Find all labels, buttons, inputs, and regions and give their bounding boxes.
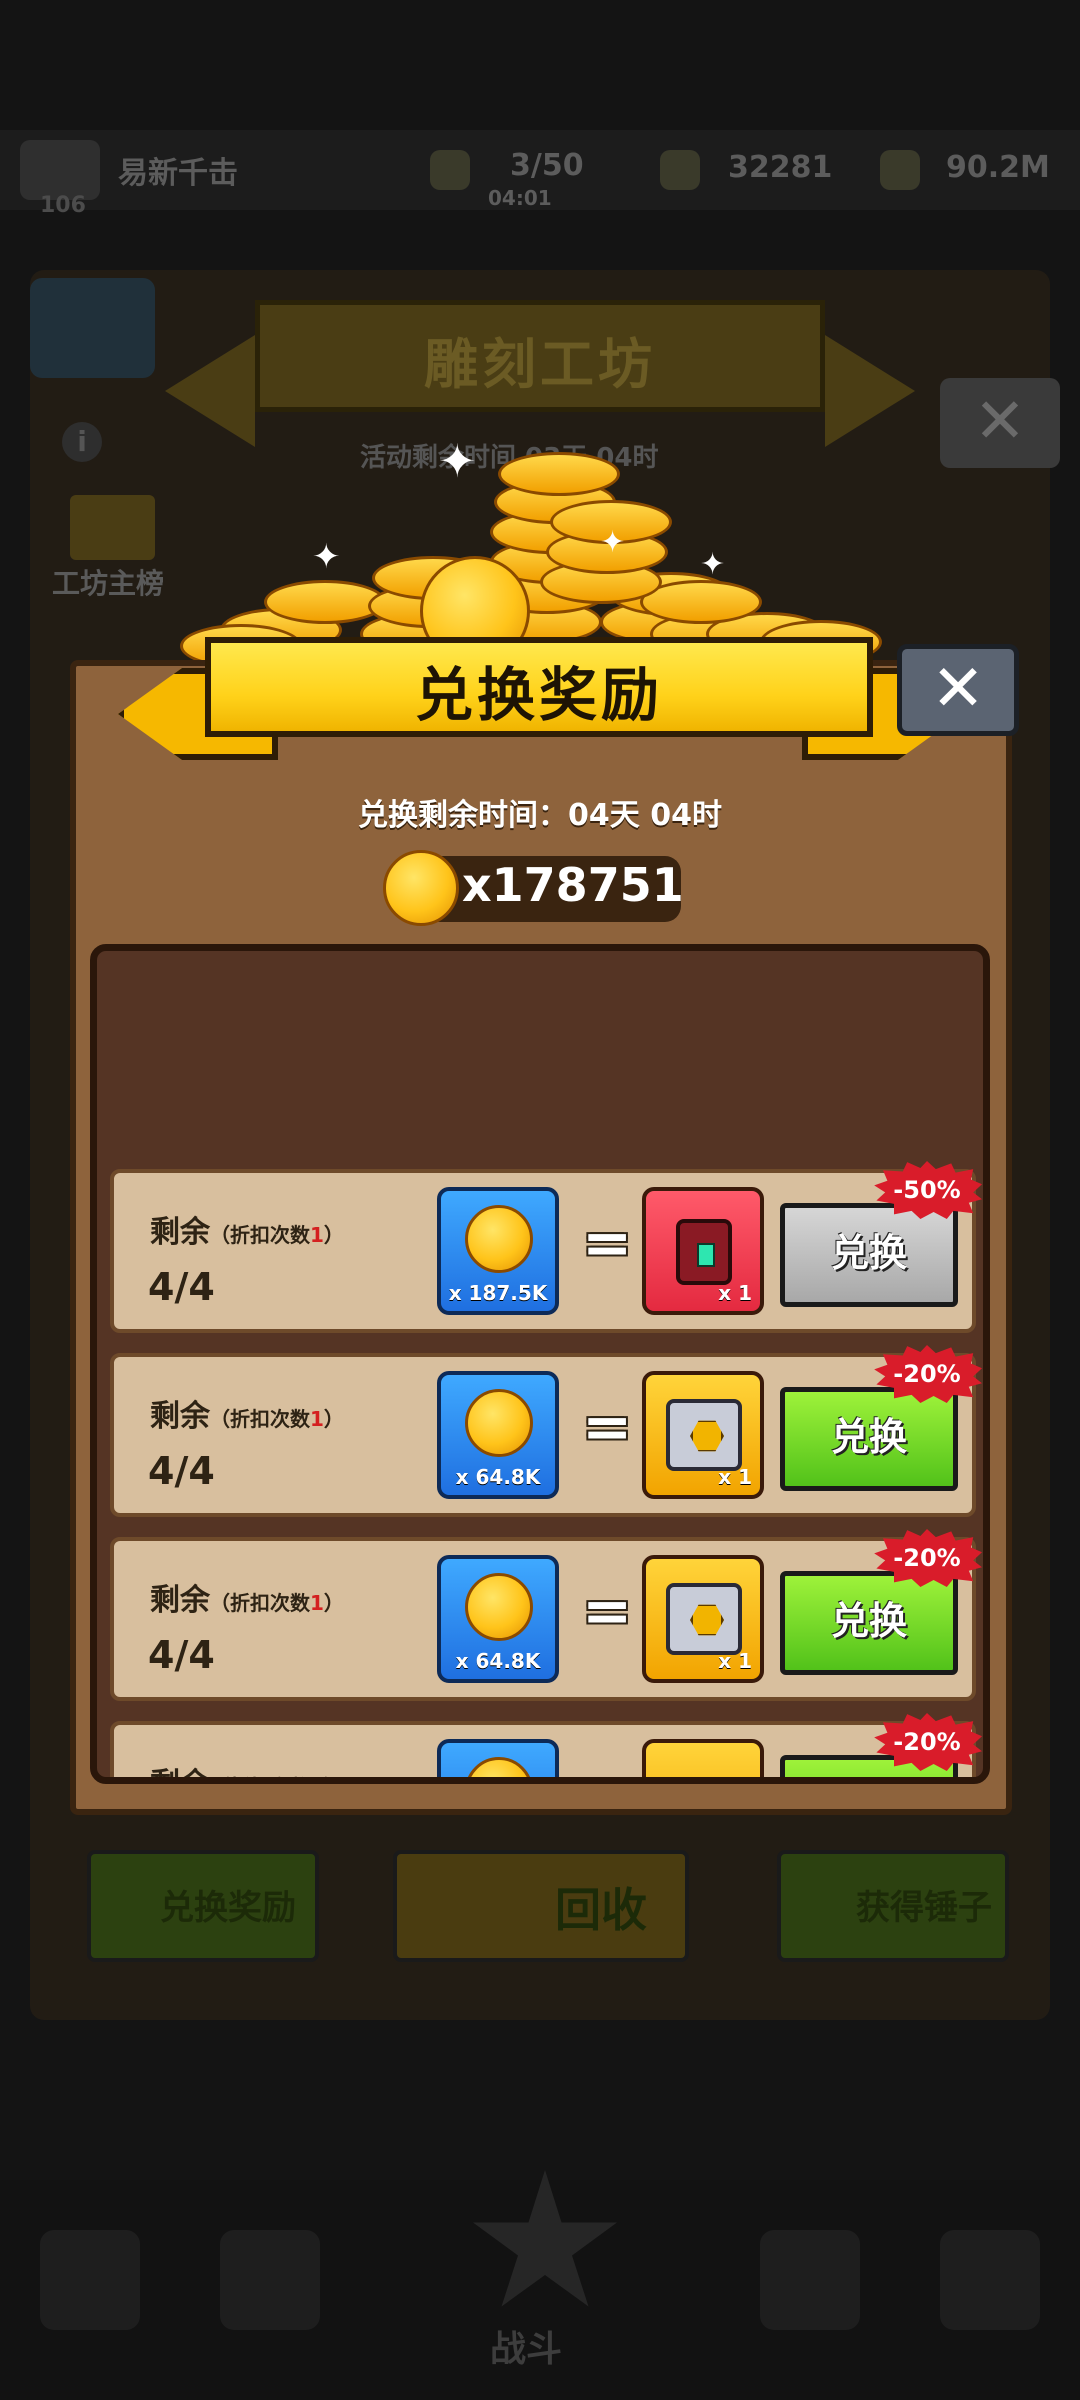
bg-get-hammer-label: 获得锤子: [856, 1888, 992, 1928]
exchange-row: 剩余（折扣次数1） 4/4 x 187.5K = x 1 兑换 -50%: [110, 1161, 982, 1333]
exchange-timer: 兑换剩余时间：04天 04时: [358, 798, 722, 833]
reward-tile: x 1: [642, 1371, 764, 1499]
player-level: 106: [40, 193, 86, 218]
energy-timer: 04:01: [488, 186, 552, 210]
cost-quantity: x 64.8K: [455, 1649, 541, 1673]
player-name: 易新千击: [118, 156, 238, 191]
workshop-title: 雕刻工坊: [424, 333, 656, 396]
equals-icon: =: [582, 1392, 633, 1462]
hammer-coin-icon: [465, 1205, 533, 1273]
bg-recycle-label: 回收: [555, 1883, 647, 1937]
discount-label: -20%: [893, 1360, 961, 1388]
gold-value: 90.2M: [946, 150, 1050, 185]
cost-quantity: x 187.5K: [448, 1281, 548, 1305]
nav-forge-icon: [760, 2230, 860, 2330]
reward-quantity: x 1: [718, 1465, 752, 1489]
workshop-ribbon-left: [165, 335, 255, 447]
nav-shop-icon: [40, 2230, 140, 2330]
nav-battle-label: 战斗: [490, 2329, 563, 2370]
remaining-label: 剩余（折扣次数1）: [150, 1399, 344, 1434]
sparkle-icon: ✦: [312, 537, 341, 577]
nav-guild-icon: [940, 2230, 1040, 2330]
sparkle-icon: ✦: [438, 434, 477, 488]
close-button[interactable]: ✕: [897, 644, 1019, 736]
reward-quantity: x 1: [718, 1281, 752, 1305]
discount-label: -50%: [893, 1176, 961, 1204]
energy-value: 3/50: [510, 148, 584, 183]
close-icon: ✕: [931, 652, 985, 726]
remaining-count: 4/4: [148, 1265, 215, 1309]
exchange-button[interactable]: 兑换: [780, 1387, 958, 1491]
sparkle-icon: ✦: [700, 547, 726, 582]
workshop-ribbon-right: [825, 335, 915, 447]
sparkle-icon: ✦: [600, 525, 626, 560]
hammer-coin-icon: [465, 1389, 533, 1457]
ranking-label: 工坊主榜: [52, 567, 165, 600]
exchange-row: 剩余（折扣次数1） 4/4 x 64.8K = x 1 兑换 -20%: [110, 1529, 982, 1701]
gem-icon: [660, 150, 700, 190]
remaining-count: 4/4: [148, 1449, 215, 1493]
remaining-count: 4/4: [148, 1633, 215, 1677]
cost-quantity: x 64.8K: [455, 1465, 541, 1489]
exchange-list[interactable]: 剩余（折扣次数1） 4/4 x 187.5K = x 1 兑换 -50% 剩余（…: [90, 944, 990, 1784]
remaining-label: 剩余（折扣次数1）: [150, 1759, 344, 1777]
gold-chest-icon: [666, 1399, 742, 1471]
ranking-icon[interactable]: [70, 495, 155, 560]
reward-tile: x 1: [642, 1555, 764, 1683]
cost-tile: [437, 1739, 559, 1777]
reward-tile: x 1: [642, 1187, 764, 1315]
info-icon[interactable]: i: [62, 422, 102, 462]
remaining-label: 剩余（折扣次数1）: [150, 1215, 344, 1250]
exchange-button[interactable]: 兑换: [780, 1203, 958, 1307]
equals-icon: =: [582, 1208, 633, 1278]
cost-tile: x 64.8K: [437, 1555, 559, 1683]
reward-quantity: x 1: [718, 1649, 752, 1673]
workshop-close-icon[interactable]: ✕: [940, 378, 1060, 468]
nav-hero-icon: [220, 2230, 320, 2330]
gold-chest-icon: [666, 1583, 742, 1655]
exchange-row: 剩余（折扣次数1） -20%: [110, 1713, 982, 1777]
discount-label: -20%: [893, 1728, 961, 1756]
hammer-coin-icon: [465, 1757, 533, 1777]
gem-value: 32281: [728, 150, 833, 185]
remaining-label: 剩余（折扣次数1）: [150, 1583, 344, 1618]
cost-tile: x 64.8K: [437, 1371, 559, 1499]
discount-label: -20%: [893, 1544, 961, 1572]
reward-tile: [642, 1739, 764, 1777]
player-avatar[interactable]: [20, 140, 100, 200]
bg-exchange-rewards-label: 兑换奖励: [160, 1888, 296, 1928]
red-chest-icon: [676, 1219, 732, 1285]
exchange-row: 剩余（折扣次数1） 4/4 x 64.8K = x 1 兑换 -20%: [110, 1345, 982, 1517]
hammer-coin-icon: [465, 1573, 533, 1641]
cost-tile: x 187.5K: [437, 1187, 559, 1315]
equals-icon: =: [582, 1576, 633, 1646]
dialog-title: 兑换奖励: [414, 661, 663, 729]
energy-icon: [430, 150, 470, 190]
menu-icon[interactable]: [30, 278, 155, 378]
coin-balance-value: x178751: [462, 858, 684, 912]
gold-icon: [880, 150, 920, 190]
exchange-button[interactable]: 兑换: [780, 1571, 958, 1675]
hammer-coin-icon: [383, 850, 459, 926]
